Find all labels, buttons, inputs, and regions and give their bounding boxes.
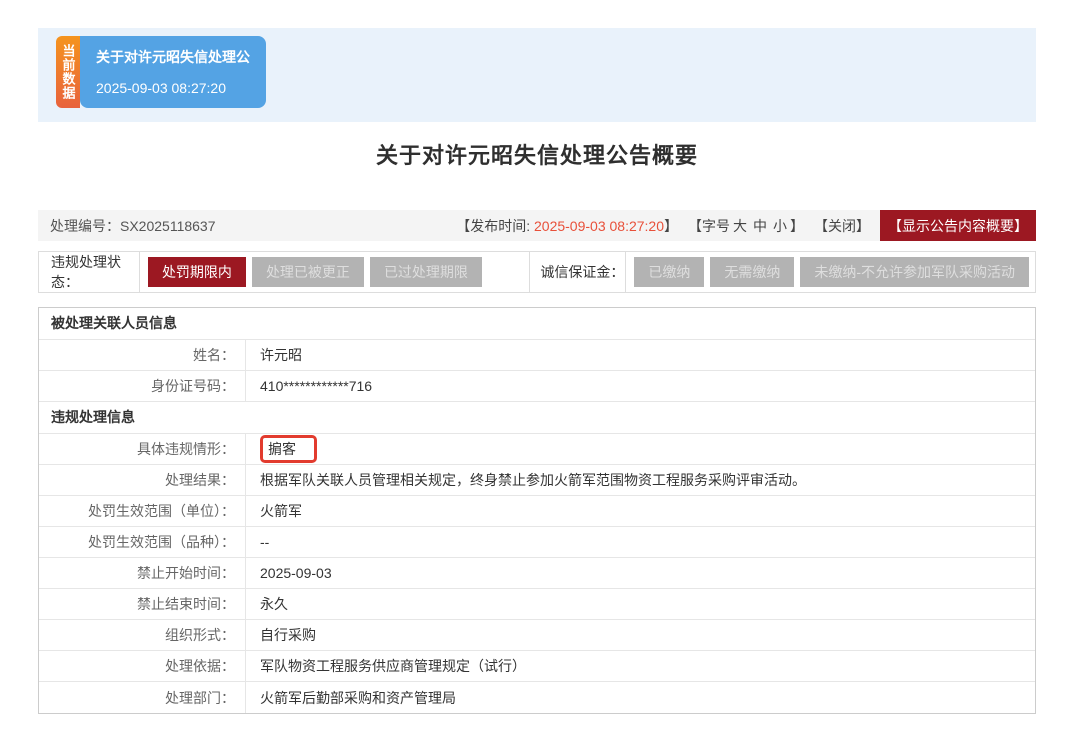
current-data-band: 当前数据 关于对许元昭失信处理公 2025-09-03 08:27:20 xyxy=(38,28,1036,122)
table-row: 身份证号码：410************716 xyxy=(39,371,1035,402)
row-value: 军队物资工程服务供应商管理规定（试行） xyxy=(246,651,1035,681)
table-row: 处理依据：军队物资工程服务供应商管理规定（试行） xyxy=(39,651,1035,682)
row-value: 2025-09-03 xyxy=(246,558,1035,588)
table-row: 禁止结束时间：永久 xyxy=(39,589,1035,620)
row-label: 身份证号码： xyxy=(39,371,246,401)
font-size-medium-button[interactable]: 中 xyxy=(753,218,767,234)
table-row: 处罚生效范围（品种）：-- xyxy=(39,527,1035,558)
row-value: 自行采购 xyxy=(246,620,1035,650)
announcement-bubble-title: 关于对许元昭失信处理公 xyxy=(96,47,250,67)
publish-time: 【发布时间: 2025-09-03 08:27:20】 xyxy=(456,216,678,236)
doc-number: 处理编号：SX2025118637 xyxy=(50,216,216,236)
font-size-large-button[interactable]: 大 xyxy=(733,218,747,234)
font-size-small-button[interactable]: 小 xyxy=(773,218,787,234)
table-row: 姓名：许元昭 xyxy=(39,340,1035,371)
publish-time-value: 2025-09-03 08:27:20 xyxy=(534,218,664,234)
violation-status-chip-2: 已过处理期限 xyxy=(370,257,482,287)
table-row: 禁止开始时间：2025-09-03 xyxy=(39,558,1035,589)
table-row: 处罚生效范围（单位）：火箭军 xyxy=(39,496,1035,527)
status-box: 违规处理状态： 处罚期限内处理已被更正已过处理期限 诚信保证金： 已缴纳无需缴纳… xyxy=(38,251,1036,293)
page-content: 当前数据 关于对许元昭失信处理公 2025-09-03 08:27:20 关于对… xyxy=(38,28,1036,714)
row-label: 处理结果： xyxy=(39,465,246,495)
row-label: 组织形式： xyxy=(39,620,246,650)
row-label: 处罚生效范围（单位）： xyxy=(39,496,246,526)
row-label: 具体违规情形： xyxy=(39,434,246,464)
announcement-bubble[interactable]: 关于对许元昭失信处理公 2025-09-03 08:27:20 xyxy=(80,36,266,108)
table-row: 具体违规情形： 掮客 xyxy=(39,434,1035,465)
row-value: 掮客 xyxy=(246,434,1035,464)
row-label: 禁止结束时间： xyxy=(39,589,246,619)
row-value: -- xyxy=(246,527,1035,557)
info-bar-actions: 【发布时间: 2025-09-03 08:27:20】 【字号大中小】 【关闭】… xyxy=(456,210,1036,241)
doc-number-label: 处理编号： xyxy=(50,218,120,234)
show-summary-button[interactable]: 【显示公告内容概要】 xyxy=(880,210,1036,241)
row-label: 处理依据： xyxy=(39,651,246,681)
highlight-annotation-box: 掮客 xyxy=(260,435,317,463)
deposit-options: 已缴纳无需缴纳未缴纳-不允许参加军队采购活动 xyxy=(626,252,1035,292)
violation-status-label: 违规处理状态： xyxy=(39,252,140,292)
violation-status-options: 处罚期限内处理已被更正已过处理期限 xyxy=(140,252,530,292)
row-value: 410************716 xyxy=(246,371,1035,401)
announcement-bubble-timestamp: 2025-09-03 08:27:20 xyxy=(96,78,250,98)
row-value: 火箭军后勤部采购和资产管理局 xyxy=(246,682,1035,713)
font-size-suffix: 】 xyxy=(790,218,804,234)
current-announcement-banner: 当前数据 关于对许元昭失信处理公 2025-09-03 08:27:20 xyxy=(56,36,266,108)
row-value: 根据军队关联人员管理相关规定，终身禁止参加火箭军范围物资工程服务采购评审活动。 xyxy=(246,465,1035,495)
row-value: 永久 xyxy=(246,589,1035,619)
publish-time-suffix: 】 xyxy=(664,218,678,234)
row-label: 姓名： xyxy=(39,340,246,370)
row-value: 许元昭 xyxy=(246,340,1035,370)
violation-status-chip-0: 处罚期限内 xyxy=(148,257,246,287)
page-title: 关于对许元昭失信处理公告概要 xyxy=(38,138,1036,170)
row-label: 禁止开始时间： xyxy=(39,558,246,588)
info-bar: 处理编号：SX2025118637 【发布时间: 2025-09-03 08:2… xyxy=(38,210,1036,241)
doc-number-value: SX2025118637 xyxy=(120,218,216,234)
violation-status-chip-1: 处理已被更正 xyxy=(252,257,364,287)
table-row: 处理部门：火箭军后勤部采购和资产管理局 xyxy=(39,682,1035,713)
row-label: 处理部门： xyxy=(39,682,246,713)
publish-time-label: 【发布时间: xyxy=(456,218,534,234)
font-size-control: 【字号大中小】 xyxy=(688,216,804,236)
row-value: 火箭军 xyxy=(246,496,1035,526)
table-row: 组织形式：自行采购 xyxy=(39,620,1035,651)
row-label: 处罚生效范围（品种）： xyxy=(39,527,246,557)
detail-table: 被处理关联人员信息姓名：许元昭身份证号码：410************716违… xyxy=(38,307,1036,714)
deposit-status-chip-2: 未缴纳-不允许参加军队采购活动 xyxy=(800,257,1029,287)
deposit-status-chip-1: 无需缴纳 xyxy=(710,257,794,287)
current-data-tag: 当前数据 xyxy=(56,36,80,108)
deposit-label: 诚信保证金： xyxy=(530,252,626,292)
table-row: 处理结果：根据军队关联人员管理相关规定，终身禁止参加火箭军范围物资工程服务采购评… xyxy=(39,465,1035,496)
font-size-label: 【字号 xyxy=(688,218,730,234)
close-button[interactable]: 【关闭】 xyxy=(814,216,870,236)
deposit-status-chip-0: 已缴纳 xyxy=(634,257,704,287)
section-header-0: 被处理关联人员信息 xyxy=(39,308,1035,340)
section-header-1: 违规处理信息 xyxy=(39,402,1035,434)
